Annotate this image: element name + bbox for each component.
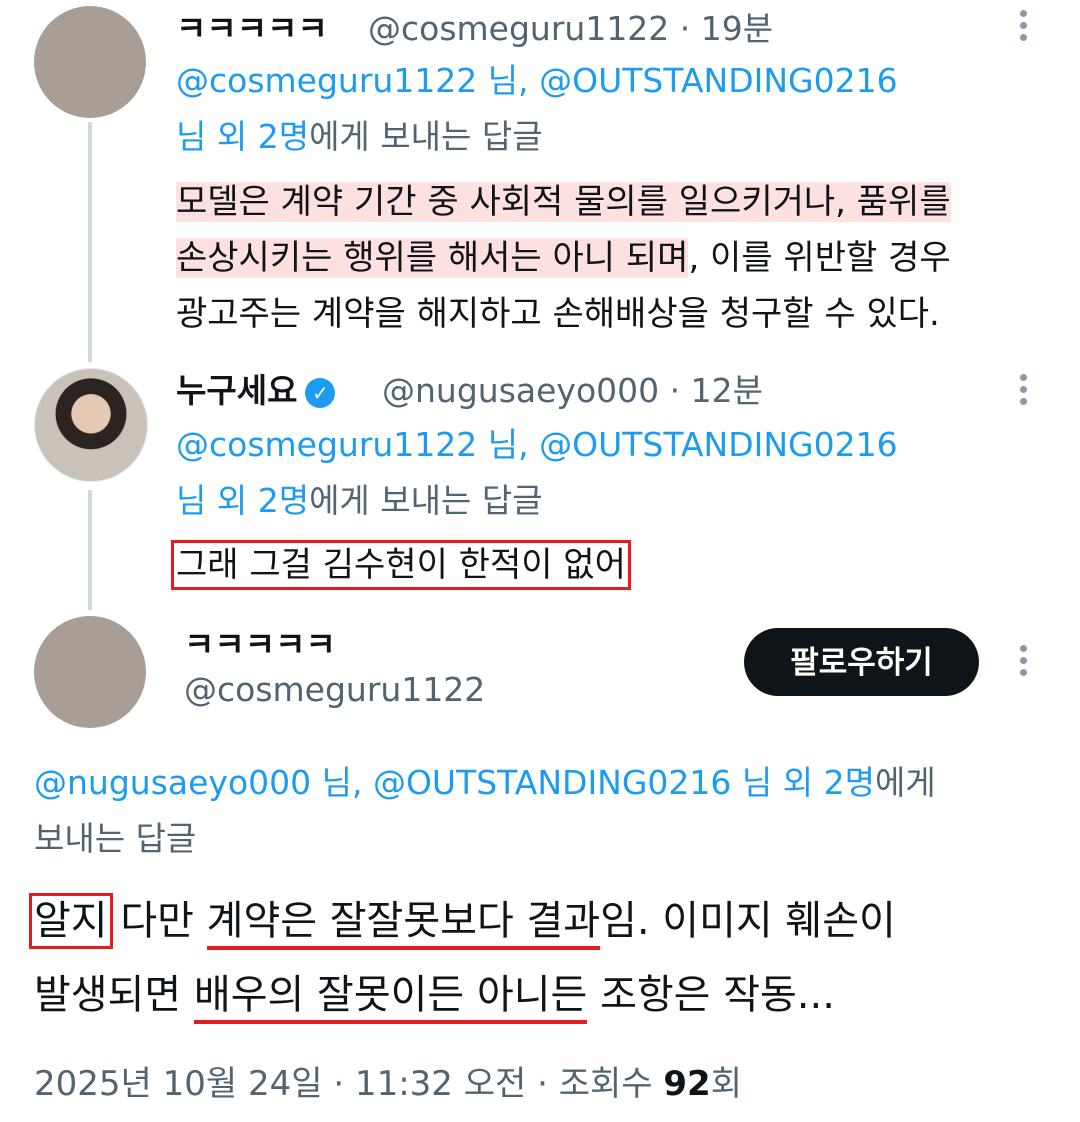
boxed-text: 그래 그걸 김수현이 한적이 없어	[171, 540, 631, 590]
tweet-text: 그래 그걸 김수현이 한적이 없어	[171, 538, 631, 592]
avatar[interactable]	[34, 6, 146, 118]
more-options-icon[interactable]	[1020, 645, 1030, 681]
view-count[interactable]: 92	[663, 1064, 710, 1104]
more-options-icon[interactable]	[1020, 374, 1030, 410]
avatar[interactable]	[34, 368, 148, 482]
reply-suffix: 에게 보내는 답글	[309, 117, 543, 156]
handle-time[interactable]: @cosmeguru1122 · 19분	[368, 2, 773, 50]
handle-time[interactable]: @nugusaeyo000 · 12분	[382, 364, 763, 412]
timestamp: 12분	[690, 371, 763, 410]
reply-context-2: 님 외 2명에게 보내는 답글	[176, 478, 543, 524]
tweet-text-plain: , 이를 위반할 경우	[688, 238, 951, 278]
thread-connector-line	[88, 490, 92, 610]
handle[interactable]: @cosmeguru1122	[184, 670, 485, 709]
tweet-text-plain: 조항은 작동...	[587, 972, 835, 1018]
tweet-text: 발생되면 배우의 잘못이든 아니든 조항은 작동...	[34, 960, 835, 1030]
timestamp: 19분	[700, 9, 774, 48]
highlighted-text: 모델은 계약 기간 중 사회적 물의를 일으키거나, 품위를	[176, 182, 951, 222]
reply-mention-link[interactable]: @cosmeguru1122 님, @OUTSTANDING0216	[176, 425, 898, 464]
boxed-text: 알지	[29, 893, 113, 949]
avatar[interactable]	[34, 616, 146, 728]
reply-context: @nugusaeyo000 님, @OUTSTANDING0216 님 외 2명…	[34, 760, 936, 806]
reply-mention-link[interactable]: 님 외 2명	[176, 481, 309, 520]
tweet-text-plain: 다만	[107, 898, 207, 944]
tweet-text: 알지 다만 계약은 잘잘못보다 결과임. 이미지 훼손이	[29, 886, 896, 956]
display-name-row[interactable]: 누구세요 ✓	[176, 364, 345, 412]
highlighted-text: 손상시키는 행위를 해서는 아니 되며	[176, 238, 689, 278]
reply-context-2: 님 외 2명에게 보내는 답글	[176, 114, 543, 160]
underlined-text: 배우의 잘못이든 아니든	[193, 972, 588, 1024]
tweet-text-plain: 임. 이미지 훼손이	[600, 898, 896, 944]
tweet-text-plain: 발생되면	[34, 972, 194, 1018]
view-count-unit: 회	[710, 1064, 742, 1104]
reply-suffix: 에게 보내는 답글	[309, 481, 543, 520]
reply-context-2: 보내는 답글	[34, 819, 197, 858]
display-name[interactable]: ㅋㅋㅋㅋㅋ	[184, 618, 336, 666]
tweet-text: 손상시키는 행위를 해서는 아니 되며, 이를 위반할 경우	[176, 231, 951, 285]
reply-mention-link[interactable]: 님 외 2명	[176, 117, 309, 156]
handle: @nugusaeyo000	[382, 371, 660, 410]
display-name: 누구세요	[176, 371, 298, 410]
handle: @cosmeguru1122	[368, 9, 670, 48]
verified-badge-icon: ✓	[305, 377, 336, 408]
follow-button[interactable]: 팔로우하기	[744, 628, 979, 696]
tweet-date: 2025년 10월 24일 · 11:32 오전 · 조회수	[34, 1064, 664, 1104]
thread-connector-line	[88, 122, 92, 362]
reply-mention-link[interactable]: @cosmeguru1122 님, @OUTSTANDING0216	[176, 61, 898, 100]
more-options-icon[interactable]	[1020, 10, 1030, 46]
reply-context: @cosmeguru1122 님, @OUTSTANDING0216	[176, 422, 898, 468]
reply-suffix: 에게	[874, 763, 936, 802]
tweet-text: 광고주는 계약을 해지하고 손해배상을 청구할 수 있다.	[176, 294, 940, 334]
display-name[interactable]: ㅋㅋㅋㅋㅋ	[176, 2, 328, 50]
reply-mention-link[interactable]: @nugusaeyo000 님, @OUTSTANDING0216 님 외 2명	[34, 763, 875, 802]
reply-context: @cosmeguru1122 님, @OUTSTANDING0216	[176, 58, 898, 104]
underlined-text: 계약은 잘잘못보다 결과	[206, 898, 601, 950]
tweet-meta-footer: 2025년 10월 24일 · 11:32 오전 · 조회수 92회	[34, 1056, 742, 1105]
tweet-text: 모델은 계약 기간 중 사회적 물의를 일으키거나, 품위를	[176, 175, 951, 229]
